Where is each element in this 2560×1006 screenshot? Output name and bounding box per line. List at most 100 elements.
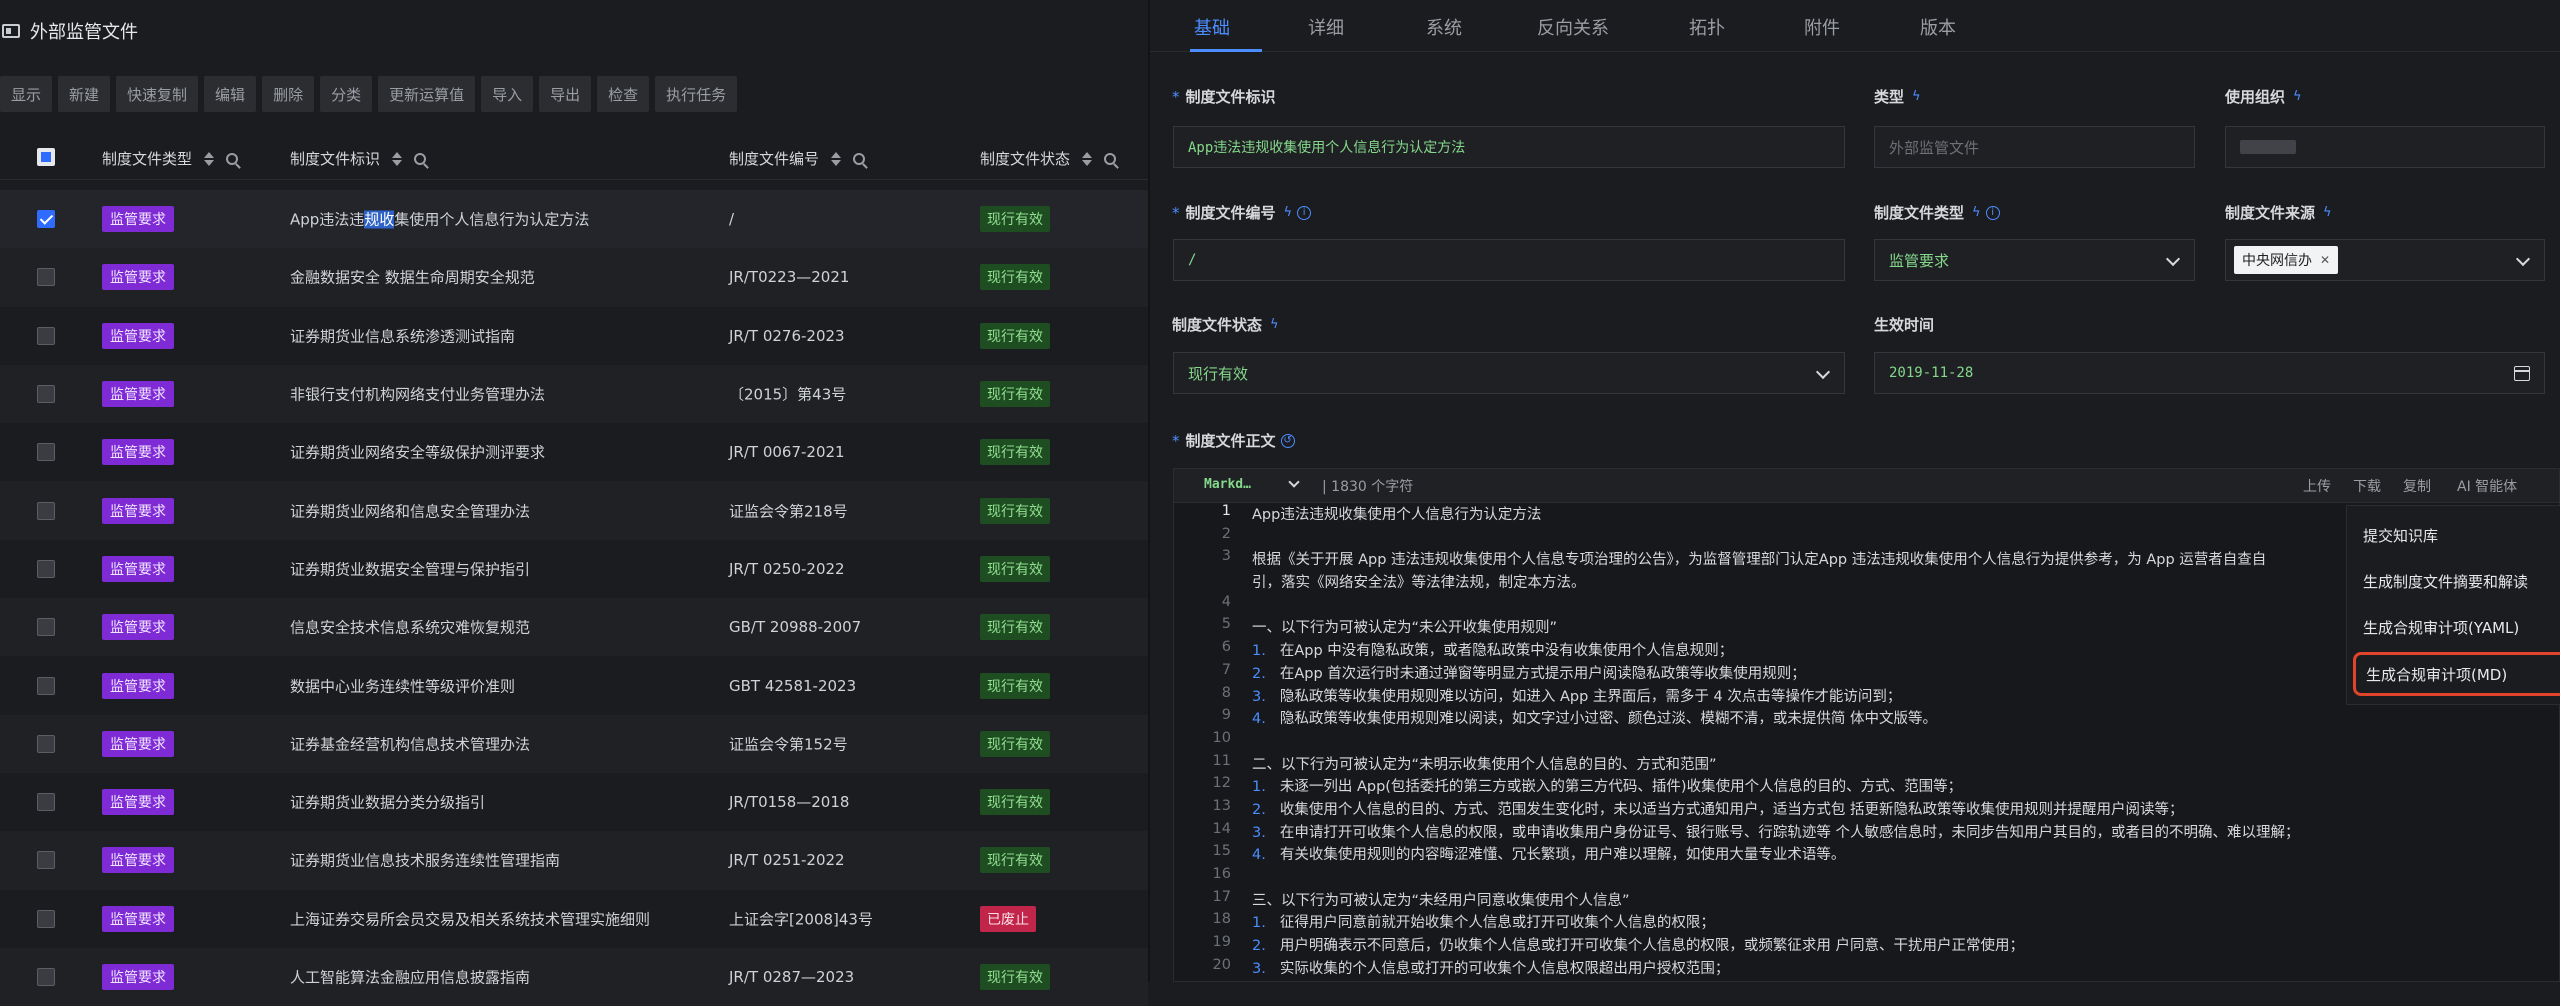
tab-attachment[interactable]: 附件 (1804, 14, 1840, 40)
sort-icon[interactable] (1082, 151, 1093, 166)
table-row[interactable]: 监管要求 证券基金经营机构信息技术管理办法 证监会令第152号 现行有效 (0, 714, 1148, 773)
type-select[interactable]: 监管要求 (1874, 239, 2195, 281)
col-no[interactable]: 制度文件编号 (729, 148, 866, 169)
markdown-editor[interactable]: Markd… | 1830 个字符 上传 下载 复制 AI 智能体 1 App违法… (1173, 468, 2560, 982)
export-button[interactable]: 导出 (539, 76, 592, 112)
ai-agent-button[interactable]: AI 智能体 (2457, 476, 2517, 496)
id-field[interactable]: App违法违规收集使用个人信息行为认定方法 (1173, 126, 1845, 168)
info-icon[interactable]: i (1985, 205, 2000, 220)
col-type[interactable]: 制度文件类型 (102, 148, 239, 169)
row-checkbox[interactable] (37, 559, 55, 578)
table-row[interactable]: 监管要求 证券期货业数据安全管理与保护指引 JR/T 0250-2022 现行有… (0, 540, 1148, 598)
row-name[interactable]: 数据中心业务连续性等级评价准则 (290, 675, 515, 696)
table-row[interactable]: 监管要求 证券期货业网络和信息安全管理办法 证监会令第218号 现行有效 (0, 481, 1148, 540)
download-button[interactable]: 下载 (2353, 476, 2381, 496)
row-checkbox[interactable] (37, 210, 55, 229)
type-label-text: 制度文件类型 (1874, 204, 1965, 222)
menu-item-generate-summary[interactable]: 生成制度文件摘要和解读 (2347, 558, 2560, 604)
menu-item-generate-audit-yaml[interactable]: 生成合规审计项(YAML) (2347, 604, 2560, 650)
row-name[interactable]: 证券期货业信息技术服务连续性管理指南 (290, 850, 560, 871)
row-checkbox[interactable] (37, 385, 55, 404)
row-checkbox[interactable] (37, 968, 55, 986)
row-checkbox[interactable] (37, 326, 55, 345)
row-checkbox[interactable] (37, 443, 55, 462)
chevron-down-icon[interactable] (1288, 476, 1300, 488)
quick-copy-button[interactable]: 快速复制 (116, 76, 199, 112)
row-name[interactable]: 非银行支付机构网络支付业务管理办法 (290, 384, 545, 405)
table-row[interactable]: 监管要求 证券期货业信息技术服务连续性管理指南 JR/T 0251-2022 现… (0, 831, 1148, 890)
search-icon[interactable] (853, 152, 866, 165)
upload-button[interactable]: 上传 (2303, 476, 2331, 496)
sort-icon[interactable] (392, 151, 403, 166)
new-button[interactable]: 新建 (58, 76, 111, 112)
search-icon[interactable] (226, 152, 239, 165)
row-checkbox[interactable] (37, 909, 55, 928)
date-picker[interactable]: 2019-11-28 (1874, 352, 2545, 394)
tab-version[interactable]: 版本 (1920, 14, 1956, 40)
table-row[interactable]: 监管要求 证券期货业网络安全等级保护测评要求 JR/T 0067-2021 现行… (0, 423, 1148, 481)
source-select[interactable]: 中央网信办 ✕ (2225, 239, 2545, 281)
line-number: 11 (1212, 752, 1231, 769)
no-field[interactable]: / (1173, 239, 1845, 281)
menu-item-generate-audit-md[interactable]: 生成合规审计项(MD) (2353, 652, 2560, 696)
tab-basic[interactable]: 基础 (1194, 14, 1230, 40)
row-name[interactable]: 信息安全技术信息系统灾难恢复规范 (290, 617, 530, 638)
delete-button[interactable]: 删除 (262, 76, 315, 112)
tab-reverse-relation[interactable]: 反向关系 (1537, 14, 1609, 40)
tab-detail[interactable]: 详细 (1308, 14, 1344, 40)
tab-system[interactable]: 系统 (1426, 14, 1462, 40)
row-name[interactable]: App违法违规收集使用个人信息行为认定方法 (290, 209, 589, 230)
row-checkbox[interactable] (37, 268, 55, 287)
check-button[interactable]: 检查 (597, 76, 650, 112)
menu-item-submit-kb[interactable]: 提交知识库 (2347, 512, 2560, 558)
row-name[interactable]: 证券期货业网络安全等级保护测评要求 (290, 442, 545, 463)
tab-topology[interactable]: 拓扑 (1689, 14, 1725, 40)
copy-button[interactable]: 复制 (2403, 476, 2431, 496)
search-icon[interactable] (414, 152, 427, 165)
close-icon[interactable]: ✕ (2320, 253, 2330, 267)
import-button[interactable]: 导入 (481, 76, 534, 112)
edit-button[interactable]: 编辑 (204, 76, 257, 112)
classify-button[interactable]: 分类 (320, 76, 373, 112)
col-name[interactable]: 制度文件标识 (290, 148, 427, 169)
row-checkbox[interactable] (37, 676, 55, 695)
row-checkbox[interactable] (37, 618, 55, 637)
row-name[interactable]: 证券期货业信息系统渗透测试指南 (290, 325, 515, 346)
table-row[interactable]: 监管要求 人工智能算法金融应用信息披露指南 JR/T 0287—2023 现行有… (0, 947, 1148, 1006)
calendar-icon[interactable] (2514, 366, 2530, 381)
select-all-checkbox[interactable] (37, 148, 55, 166)
run-task-button[interactable]: 执行任务 (655, 76, 738, 112)
row-checkbox[interactable] (37, 501, 55, 520)
row-name[interactable]: 人工智能算法金融应用信息披露指南 (290, 967, 530, 988)
row-name[interactable]: 证券期货业数据分类分级指引 (290, 792, 485, 813)
row-name[interactable]: 上海证券交易所会员交易及相关系统技术管理实施细则 (290, 908, 650, 929)
line-number: 15 (1212, 843, 1231, 860)
sort-icon[interactable] (204, 151, 215, 166)
table-row[interactable]: 监管要求 证券期货业信息系统渗透测试指南 JR/T 0276-2023 现行有效 (0, 307, 1148, 365)
show-button[interactable]: 显示 (0, 76, 53, 112)
row-checkbox[interactable] (37, 793, 55, 812)
row-name[interactable]: 证券期货业数据安全管理与保护指引 (290, 558, 530, 579)
table-row[interactable]: 监管要求 金融数据安全 数据生命周期安全规范 JR/T0223—2021 现行有… (0, 248, 1148, 307)
row-checkbox[interactable] (37, 851, 55, 870)
list-marker: 3. (1252, 688, 1266, 705)
search-icon[interactable] (1104, 152, 1117, 165)
table-row[interactable]: 监管要求 App违法违规收集使用个人信息行为认定方法 / 现行有效 (0, 190, 1148, 249)
row-name[interactable]: 金融数据安全 数据生命周期安全规范 (290, 267, 535, 288)
row-checkbox[interactable] (37, 734, 55, 753)
sort-icon[interactable] (831, 151, 842, 166)
status-select[interactable]: 现行有效 (1173, 352, 1845, 394)
line-number: 12 (1212, 775, 1231, 792)
table-row[interactable]: 监管要求 非银行支付机构网络支付业务管理办法 〔2015〕第43号 现行有效 (0, 364, 1148, 424)
col-status[interactable]: 制度文件状态 (980, 148, 1117, 169)
table-row[interactable]: 监管要求 证券期货业数据分类分级指引 JR/T0158—2018 现行有效 (0, 773, 1148, 831)
history-icon[interactable]: ↺ (1280, 433, 1295, 448)
row-name[interactable]: 证券基金经营机构信息技术管理办法 (290, 733, 530, 754)
update-value-button[interactable]: 更新运算值 (378, 76, 476, 112)
row-name[interactable]: 证券期货业网络和信息安全管理办法 (290, 500, 530, 521)
table-row[interactable]: 监管要求 信息安全技术信息系统灾难恢复规范 GB/T 20988-2007 现行… (0, 598, 1148, 657)
editor-mode-select[interactable]: Markd… (1204, 477, 1251, 492)
table-row[interactable]: 监管要求 上海证券交易所会员交易及相关系统技术管理实施细则 上证会字[2008]… (0, 890, 1148, 948)
info-icon[interactable]: i (1297, 205, 1312, 220)
table-row[interactable]: 监管要求 数据中心业务连续性等级评价准则 GBT 42581-2023 现行有效 (0, 656, 1148, 714)
